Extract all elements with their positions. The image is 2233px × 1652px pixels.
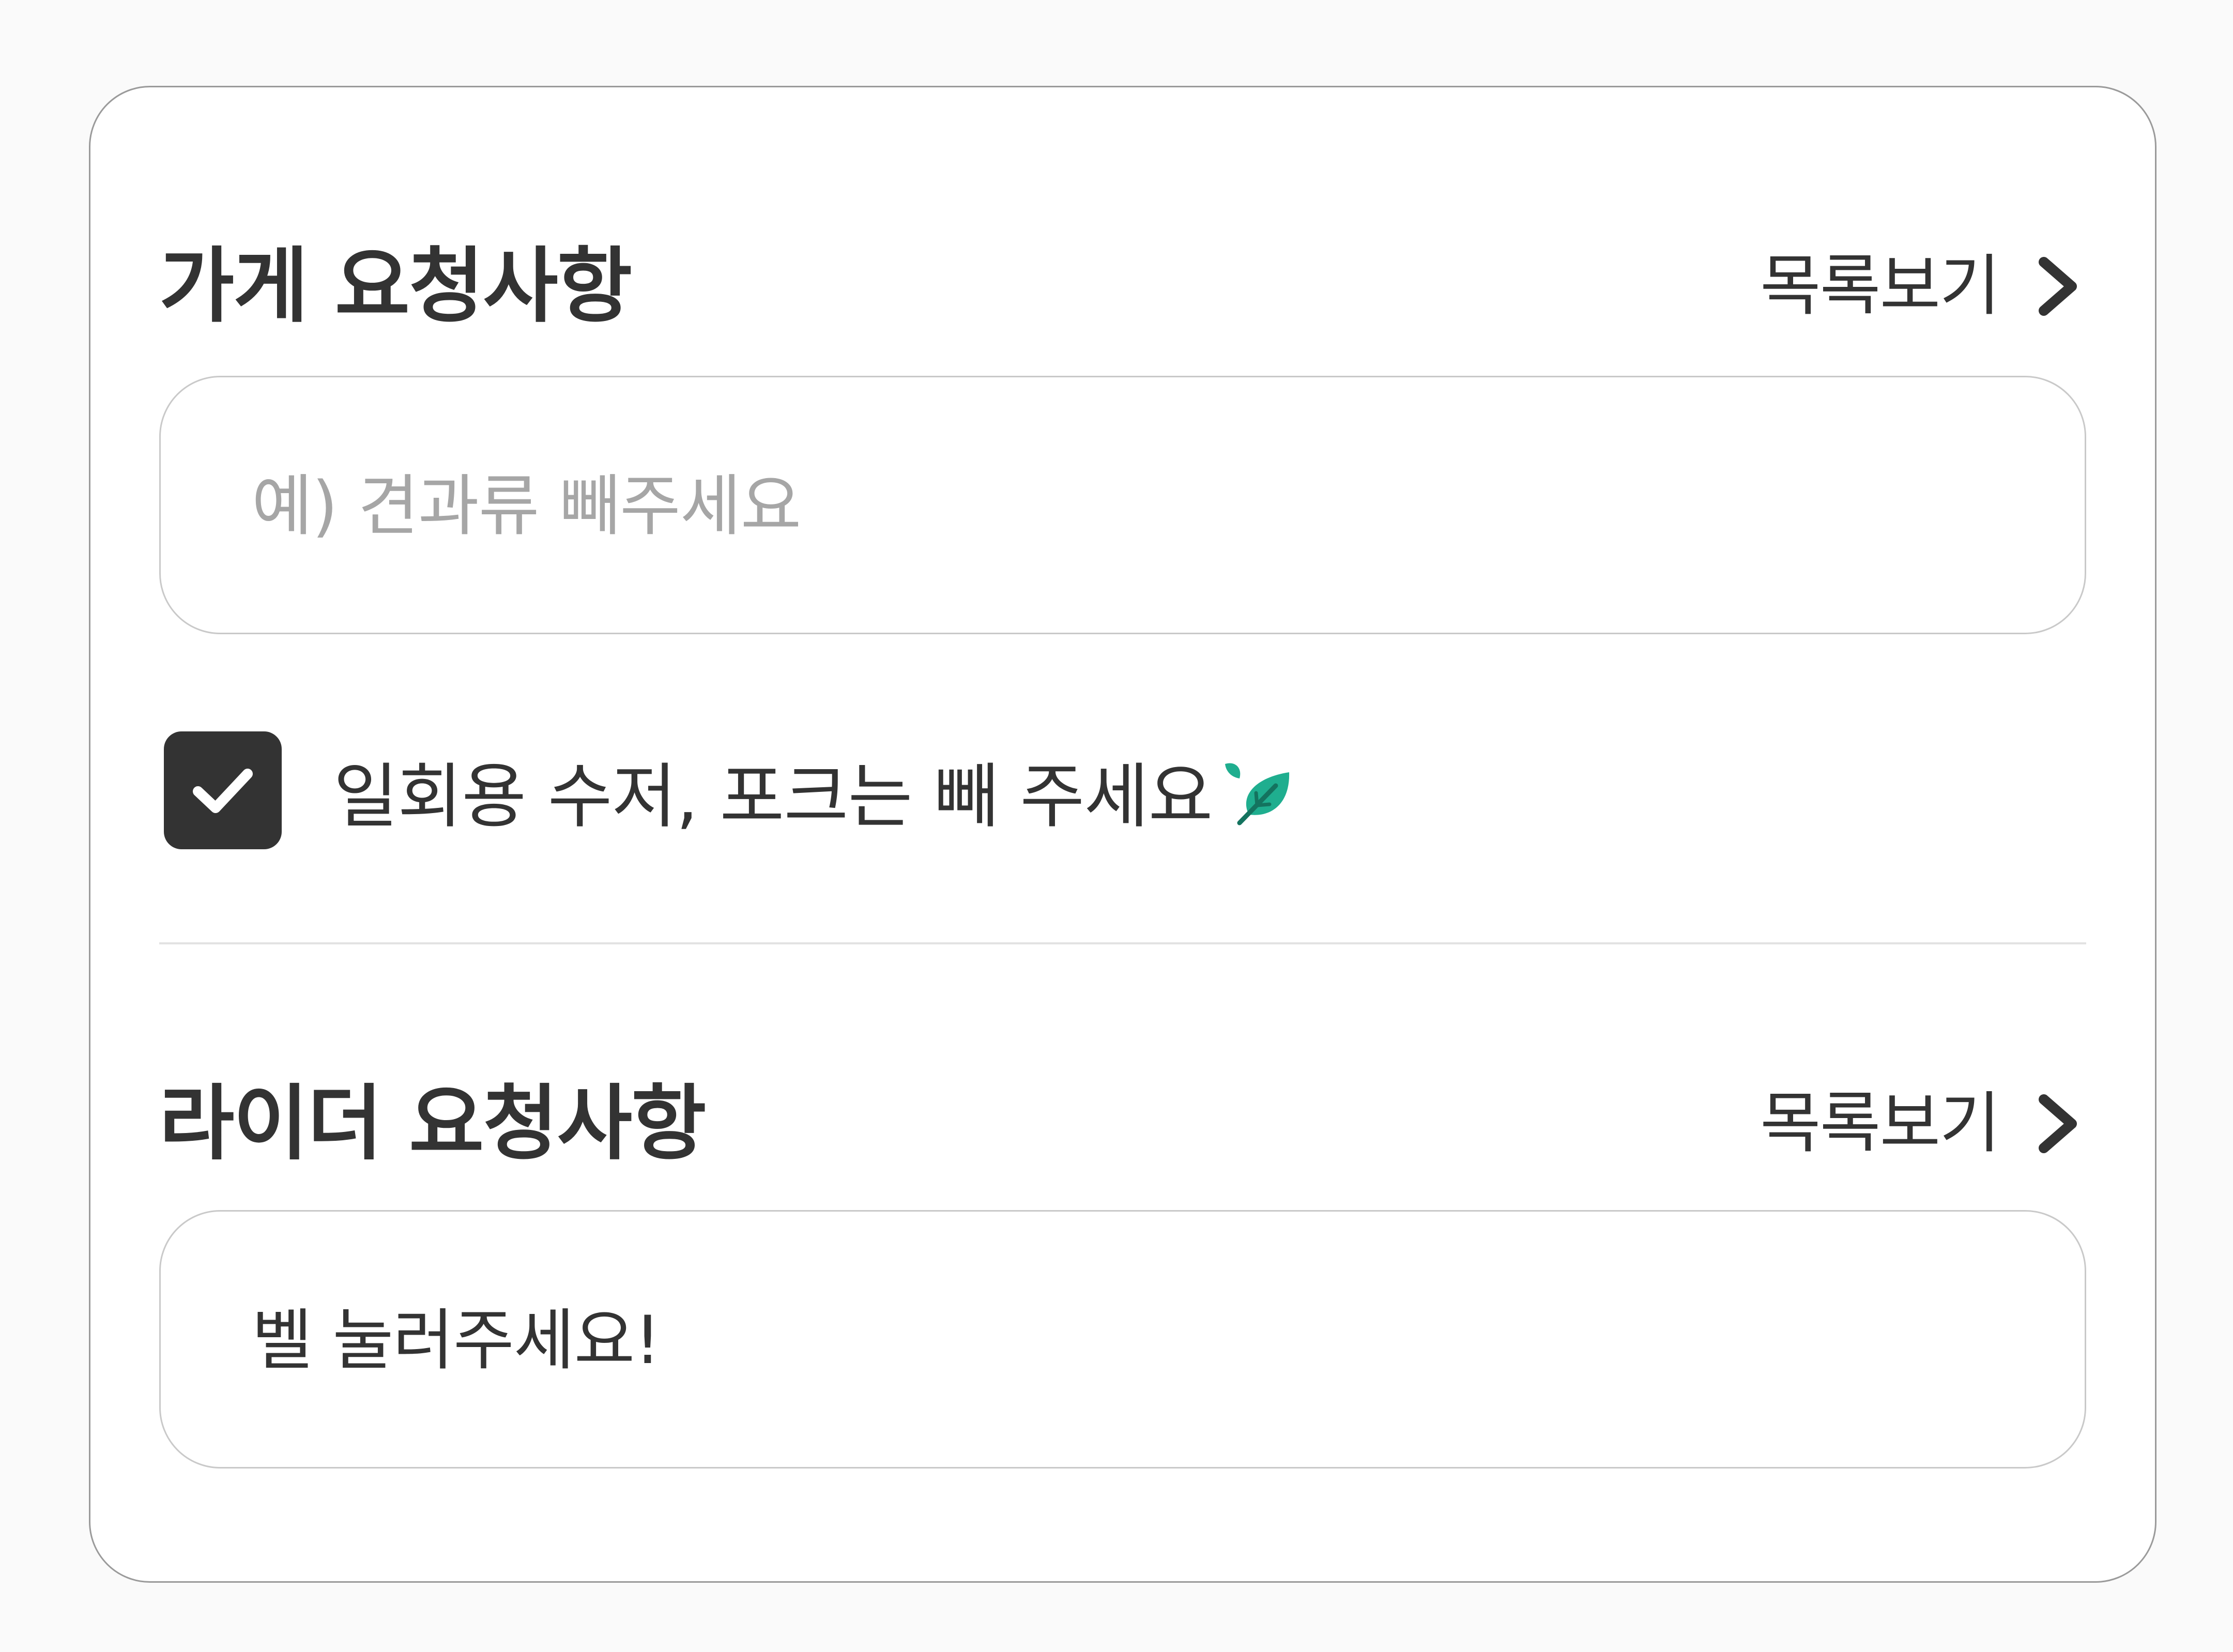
store-request-list-link[interactable]: 목록보기	[1760, 237, 2086, 335]
list-link-label: 목록보기	[1760, 1085, 2000, 1162]
rider-request-title: 라이더 요청사항	[159, 1076, 707, 1171]
no-utensils-checkbox[interactable]	[164, 731, 282, 849]
section-divider	[159, 942, 2086, 944]
rider-request-header: 라이더 요청사항 목록보기	[159, 1075, 2086, 1173]
leaf-icon	[1225, 763, 1289, 825]
request-card: 가게 요청사항 목록보기 예) 견과류 빼주세요 일회용 수저, 포크는 빼 주…	[89, 86, 2156, 1583]
no-utensils-option[interactable]: 일회용 수저, 포크는 빼 주세요	[164, 728, 1296, 852]
rider-request-input[interactable]: 벨 눌러주세요!	[159, 1210, 2086, 1469]
checkmark-icon	[193, 769, 253, 813]
store-request-input[interactable]: 예) 견과류 빼주세요	[159, 376, 2086, 634]
store-request-placeholder: 예) 견과류 빼주세요	[252, 468, 801, 545]
list-link-label: 목록보기	[1760, 248, 2000, 325]
rider-request-list-link[interactable]: 목록보기	[1760, 1075, 2086, 1173]
chevron-right-icon	[2039, 1094, 2077, 1153]
store-request-header: 가게 요청사항 목록보기	[159, 237, 2086, 335]
chevron-right-icon	[2039, 257, 2077, 316]
no-utensils-label: 일회용 수저, 포크는 빼 주세요	[333, 756, 1213, 838]
rider-request-value: 벨 눌러주세요!	[252, 1302, 661, 1379]
store-request-title: 가게 요청사항	[159, 239, 632, 334]
